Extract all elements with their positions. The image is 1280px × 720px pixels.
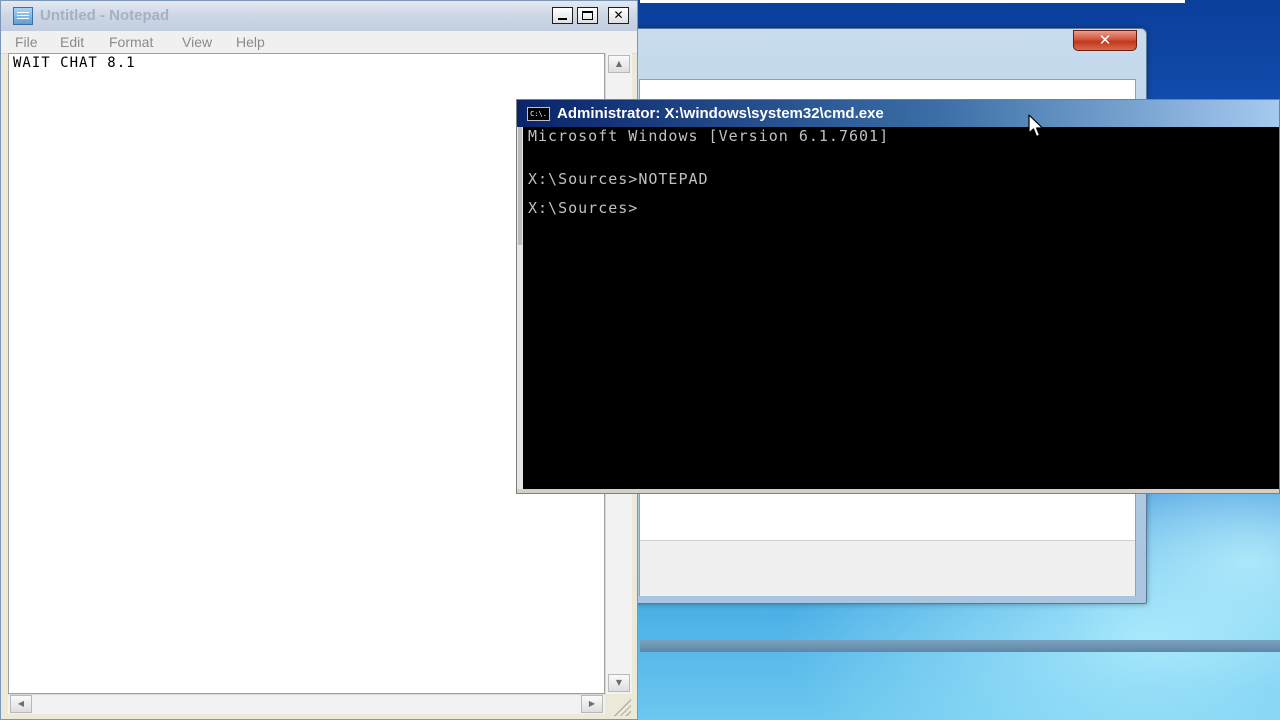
close-button[interactable]: ✕ xyxy=(608,7,629,24)
minimize-button[interactable] xyxy=(552,7,573,24)
setup-close-button[interactable]: ✕ xyxy=(1073,30,1137,51)
menu-format[interactable]: Format xyxy=(109,31,153,53)
menu-edit[interactable]: Edit xyxy=(60,31,84,53)
scroll-down-icon: ▼ xyxy=(615,678,623,687)
close-icon: ✕ xyxy=(1098,31,1112,49)
scroll-right-icon: ▶ xyxy=(588,699,596,708)
cmd-console[interactable]: Microsoft Windows [Version 6.1.7601] X:\… xyxy=(523,127,1279,489)
menu-file[interactable]: File xyxy=(15,31,38,53)
setup-footer xyxy=(640,540,1135,596)
mouse-pointer-icon xyxy=(1028,114,1044,138)
scroll-right-button[interactable]: ▶ xyxy=(581,695,603,713)
scroll-up-icon: ▲ xyxy=(615,59,623,68)
menu-view[interactable]: View xyxy=(182,31,212,53)
console-line-command: X:\Sources>NOTEPAD xyxy=(528,170,709,188)
notepad-text-content: WAIT CHAT 8.1 xyxy=(13,55,136,71)
console-line-version: Microsoft Windows [Version 6.1.7601] xyxy=(528,127,890,145)
menu-help[interactable]: Help xyxy=(236,31,265,53)
scroll-left-icon: ◀ xyxy=(17,699,25,708)
maximize-button[interactable] xyxy=(577,7,598,24)
scroll-down-button[interactable]: ▼ xyxy=(608,674,630,692)
desktop-top-strip xyxy=(640,0,1185,3)
notepad-icon[interactable] xyxy=(13,7,33,25)
console-line-prompt: X:\Sources> xyxy=(528,199,639,217)
notepad-titlebar[interactable]: Untitled - Notepad ✕ xyxy=(1,1,637,31)
cmd-icon[interactable]: C:\. xyxy=(527,107,550,121)
notepad-menubar: File Edit Format View Help xyxy=(1,31,637,54)
close-icon: ✕ xyxy=(613,8,624,22)
cmd-window[interactable]: C:\. Administrator: X:\windows\system32\… xyxy=(516,99,1280,494)
resize-grip-icon[interactable] xyxy=(611,698,631,716)
horizontal-scrollbar[interactable]: ◀ ▶ xyxy=(8,694,605,714)
desktop-bar xyxy=(640,640,1280,652)
notepad-title: Untitled - Notepad xyxy=(40,7,170,24)
cmd-titlebar[interactable]: C:\. Administrator: X:\windows\system32\… xyxy=(517,100,1279,127)
cmd-title: Administrator: X:\windows\system32\cmd.e… xyxy=(557,105,884,122)
scroll-up-button[interactable]: ▲ xyxy=(608,55,630,73)
scroll-left-button[interactable]: ◀ xyxy=(10,695,32,713)
desktop-background: ✕ Untitled - Notepad ✕ File Edit Format … xyxy=(0,0,1280,720)
